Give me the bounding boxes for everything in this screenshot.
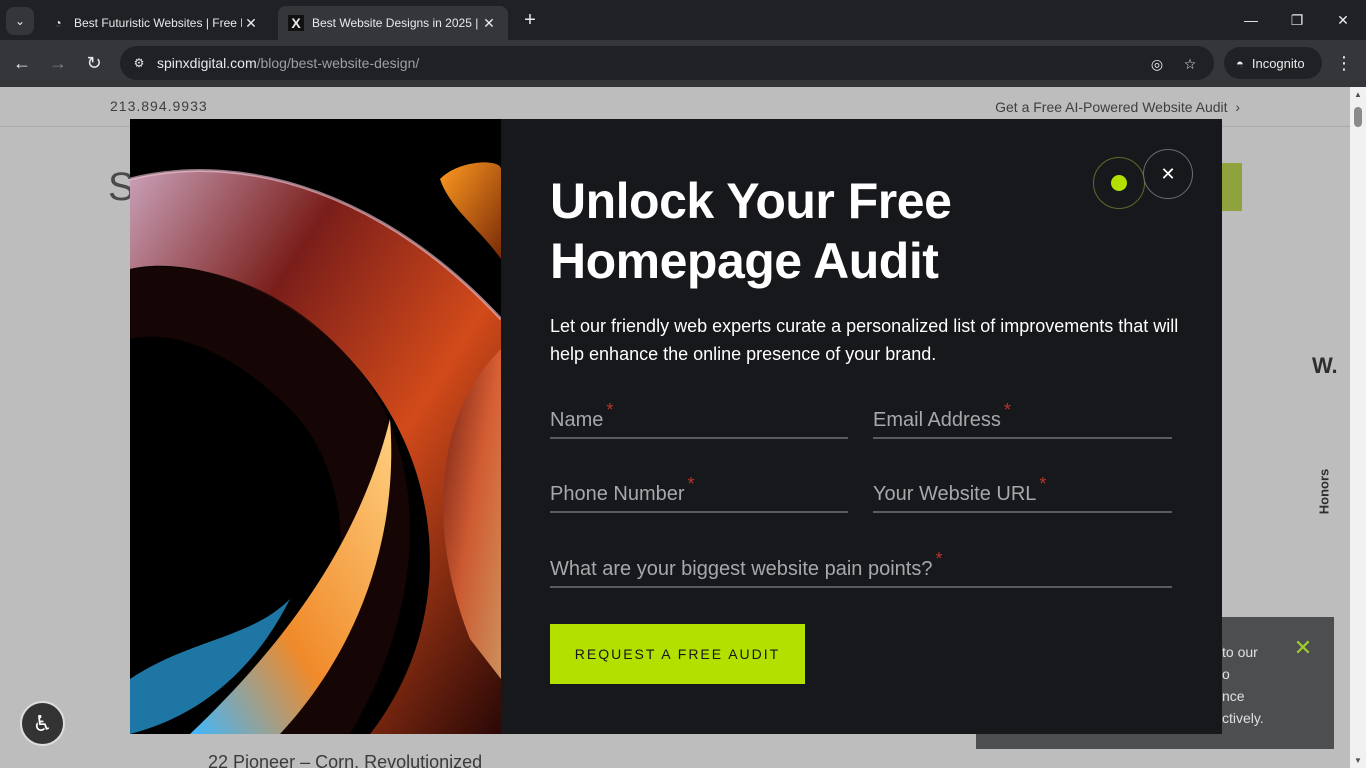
incognito-badge[interactable]: ◓ Incognito [1224,47,1322,79]
cookie-close-icon[interactable]: ✕ [1292,637,1314,659]
reload-icon[interactable]: ↻ [80,49,108,77]
bookmark-star-icon[interactable]: ☆ [1180,54,1200,74]
close-tab-icon[interactable]: ✕ [480,15,498,32]
name-field[interactable]: Name * [550,399,848,439]
tab-title: Best Futuristic Websites | Free E [74,16,242,30]
close-tab-icon[interactable]: ✕ [242,15,260,32]
modal-description: Let our friendly web experts curate a pe… [550,316,1179,364]
forward-icon[interactable]: → [44,49,72,77]
scroll-up-icon[interactable]: ▲ [1354,90,1362,99]
website-url-field[interactable]: Your Website URL * [873,473,1172,513]
site-info-icon[interactable]: ⚙ [130,54,148,72]
tab-strip: ⌄ ◔ Best Futuristic Websites | Free E ✕ … [0,0,1366,40]
indicator-dot [1111,175,1127,191]
browser-menu-icon[interactable]: ⋮ [1330,49,1358,77]
article-snippet: 22 Pioneer – Corn, Revolutionized [208,752,483,768]
required-marker: * [1003,400,1011,420]
required-marker: * [1039,474,1047,494]
tab-title: Best Website Designs in 2025 | E [312,16,480,30]
tab-futuristic-websites[interactable]: ◔ Best Futuristic Websites | Free E ✕ [40,6,270,40]
spinx-favicon-icon: ◔ [54,16,62,30]
x-favicon-icon: X [288,15,304,31]
window-close-icon[interactable]: ✕ [1320,0,1366,40]
honors-label: Honors [1316,468,1332,514]
back-icon[interactable]: ← [8,49,36,77]
required-marker: * [935,549,943,569]
phone-number[interactable]: 213.894.9933 [110,98,208,114]
email-field[interactable]: Email Address * [873,399,1172,439]
scroll-thumb[interactable] [1354,107,1362,127]
tab-search-icon[interactable]: ⌄ [6,7,34,35]
request-audit-button[interactable]: REQUEST A FREE AUDIT [550,624,805,684]
required-marker: * [606,400,614,420]
url-text[interactable]: spinxdigital.com/blog/best-website-desig… [157,55,419,71]
incognito-label: Incognito [1251,55,1305,71]
browser-toolbar: ← → ↻ ⚙ spinxdigital.com/blog/best-websi… [0,40,1366,87]
cursor-indicator [1093,157,1145,209]
abstract-artwork [130,119,501,734]
free-audit-link[interactable]: Get a Free AI-Powered Website Audit › [995,99,1240,115]
phone-field[interactable]: Phone Number * [550,473,848,513]
restore-icon[interactable]: ❐ [1274,0,1320,40]
awards-logo: W. [1312,353,1338,378]
incognito-icon: ◓ [1236,55,1244,71]
required-marker: * [687,474,695,494]
eye-slash-icon[interactable]: ◎ [1147,54,1167,74]
modal-form-panel: Unlock Your Free Homepage Audit Let our … [501,119,1222,734]
pain-points-field[interactable]: What are your biggest website pain point… [550,548,1172,588]
scroll-down-icon[interactable]: ▼ [1354,756,1362,765]
tab-best-website-designs[interactable]: X Best Website Designs in 2025 | E ✕ [278,6,508,40]
new-tab-icon[interactable]: + [518,9,542,33]
modal-close-icon[interactable]: ✕ [1143,149,1193,199]
modal-title: Unlock Your Free Homepage Audit [550,173,952,289]
accessibility-icon[interactable]: ♿ [20,701,65,746]
cookie-text: to our o nce ctively. [1222,644,1264,726]
page-scrollbar[interactable]: ▲ ▼ [1350,87,1366,768]
address-bar[interactable]: ⚙ spinxdigital.com/blog/best-website-des… [120,46,1214,80]
minimize-icon[interactable]: — [1228,0,1274,40]
audit-modal: Unlock Your Free Homepage Audit Let our … [130,119,1222,734]
